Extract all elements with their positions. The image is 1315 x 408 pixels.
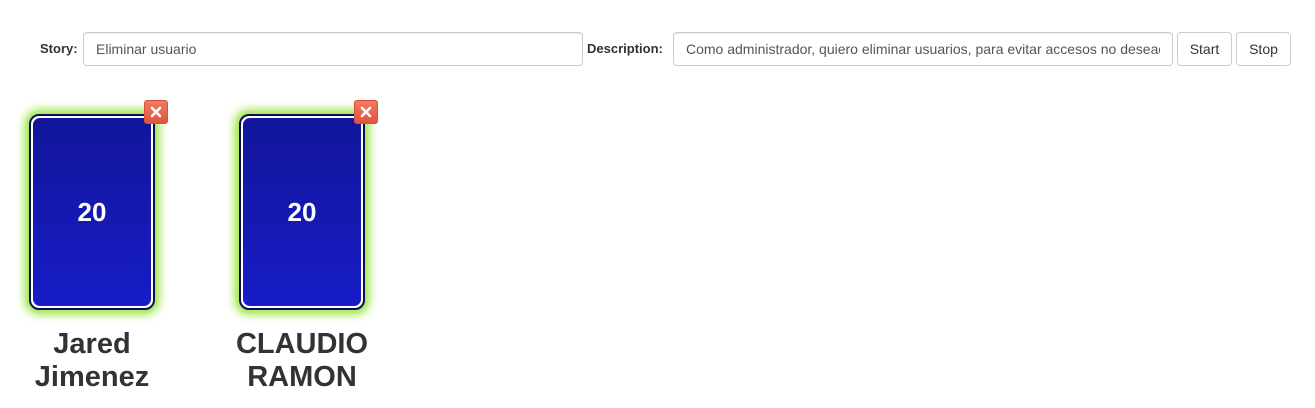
description-input[interactable] (673, 32, 1173, 66)
remove-player-button[interactable] (144, 100, 168, 124)
description-label: Description: (587, 41, 663, 56)
remove-player-button[interactable] (354, 100, 378, 124)
start-button[interactable]: Start (1177, 32, 1232, 66)
vote-card: 20 (29, 114, 155, 310)
close-icon (360, 106, 372, 118)
player-name: CLAUDIO RAMON (235, 328, 369, 393)
stop-button[interactable]: Stop (1236, 32, 1291, 66)
story-toolbar: Story: Description: Start Stop (0, 0, 1315, 100)
card-value: 20 (33, 118, 151, 306)
card-value: 20 (243, 118, 361, 306)
close-icon (150, 106, 162, 118)
vote-card: 20 (239, 114, 365, 310)
story-label: Story: (40, 41, 78, 56)
player-name: Jared Jimenez (34, 328, 150, 393)
player-slot: 20 Jared Jimenez (17, 100, 177, 400)
story-input[interactable] (83, 32, 583, 66)
player-slot: 20 CLAUDIO RAMON (227, 100, 387, 400)
